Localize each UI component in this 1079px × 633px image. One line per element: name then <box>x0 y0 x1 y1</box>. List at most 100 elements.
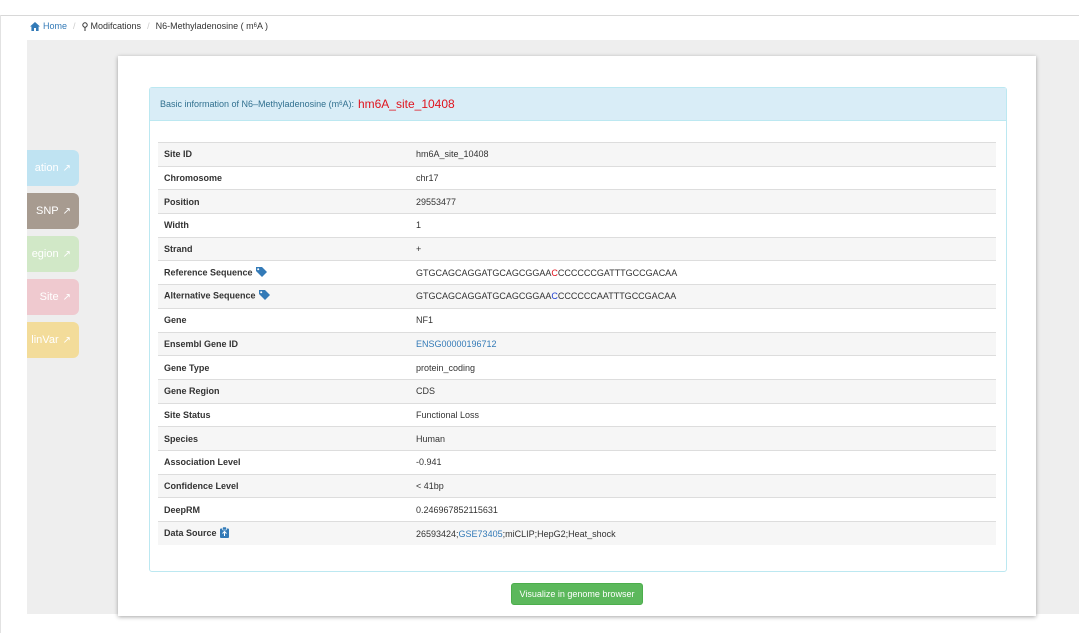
breadcrumb-separator: / <box>147 21 150 31</box>
table-row: Alternative Sequence GTGCAGCAGGATGCAGCGG… <box>158 284 996 309</box>
clipboard-icon[interactable] <box>219 526 229 540</box>
table-row: Gene NF1 <box>158 308 996 332</box>
sequence-before: GTGCAGCAGGATGCAGCGGAA <box>416 291 552 302</box>
table-row: DeepRM 0.246967852115631 <box>158 497 996 522</box>
side-tab-snp[interactable]: SNP ↗ <box>27 193 79 229</box>
row-value: -0.941 <box>416 457 442 468</box>
row-label: Chromosome <box>164 173 223 184</box>
table-row: Site ID hm6A_site_10408 <box>158 142 996 167</box>
pin-icon: ↗ <box>62 162 71 174</box>
row-value: CDS <box>416 386 436 397</box>
row-label: Gene Region <box>164 386 220 397</box>
table-row: Width 1 <box>158 213 996 238</box>
side-tab-label: SNP <box>35 205 59 217</box>
panel-heading-prefix: Basic information of N6–Methyladenosine … <box>160 99 340 109</box>
alternative-sequence-label: Alternative Sequence <box>164 290 256 301</box>
tag-icon[interactable] <box>255 266 267 279</box>
data-source-label: Data Source <box>164 527 217 538</box>
row-value: Functional Loss <box>416 409 480 420</box>
row-value: 29553477 <box>416 196 457 207</box>
ensembl-gene-link[interactable]: ENSG00000196712 <box>416 339 497 349</box>
row-label: Ensembl Gene ID <box>164 338 239 349</box>
left-divider <box>0 15 1 633</box>
sequence-before: GTGCAGCAGGATGCAGCGGAA <box>416 267 552 278</box>
reference-sequence-label: Reference Sequence <box>164 267 253 278</box>
breadcrumb-current: N6-Methyladenosine ( m6A ) <box>155 21 268 31</box>
pin-icon: ↗ <box>62 334 71 346</box>
breadcrumb-separator: / <box>73 21 76 31</box>
row-value: protein_coding <box>416 362 476 373</box>
pin-icon: ↗ <box>62 291 71 303</box>
table-row: Reference Sequence GTGCAGCAGGATGCAGCGGAA… <box>158 260 996 285</box>
breadcrumb-home-label: Home <box>43 21 68 31</box>
table-row: Strand + <box>158 237 996 261</box>
data-source-value: 26593424;GSE73405;miCLIP;HepG2;Heat_shoc… <box>410 522 996 546</box>
row-value: < 41bp <box>416 480 444 491</box>
gse-link[interactable]: GSE73405 <box>459 529 503 539</box>
panel-heading-suffix: A): <box>342 99 354 109</box>
row-label: Data Source <box>158 522 410 546</box>
row-label: Association Level <box>164 457 241 468</box>
table-row: Site Status Functional Loss <box>158 403 996 427</box>
breadcrumb-current-prefix: N6-Methyladenosine ( m <box>155 21 254 31</box>
breadcrumb-modifications-label: Modifcations <box>90 21 142 31</box>
table-row: Association Level -0.941 <box>158 450 996 474</box>
row-label: DeepRM <box>164 504 201 515</box>
pin-icon: ↗ <box>62 248 71 260</box>
table-row: Ensembl Gene ID ENSG00000196712 <box>158 332 996 356</box>
row-label: Width <box>164 220 189 231</box>
table-row: Species Human <box>158 426 996 451</box>
row-value: NF1 <box>416 315 434 326</box>
table-row: Position 29553477 <box>158 189 996 214</box>
row-label: Gene <box>164 315 187 326</box>
table-row: Chromosome chr17 <box>158 166 996 190</box>
sequence-after: CCCCCCGATTTGCCGACAA <box>557 267 678 278</box>
row-label: Strand <box>164 244 193 255</box>
side-tab-label: Site <box>39 291 59 303</box>
site-name-title: hm6A_site_10408 <box>357 97 455 111</box>
reference-sequence-value: GTGCAGCAGGATGCAGCGGAACCCCCCCGATTTGCCGACA… <box>410 261 996 285</box>
row-value: + <box>416 244 422 255</box>
data-source-rest: ;miCLIP;HepG2;Heat_shock <box>502 528 616 539</box>
panel-heading: Basic information of N6–Methyladenosine … <box>150 88 1006 121</box>
home-icon <box>30 21 40 31</box>
tag-icon[interactable] <box>258 290 270 302</box>
visualize-genome-browser-button[interactable]: Visualize in genome browser <box>511 583 643 605</box>
row-value: chr17 <box>416 173 439 184</box>
breadcrumb: Home / Modifcations / N6-Methyladenosine… <box>30 21 268 31</box>
row-value: hm6A_site_10408 <box>416 149 489 160</box>
side-tab-label: linVar <box>31 334 59 346</box>
row-label: Position <box>164 196 200 207</box>
data-source-pmid: 26593424; <box>416 528 459 539</box>
side-tab-region[interactable]: egion ↗ <box>27 236 79 272</box>
row-label: Site Status <box>164 409 211 420</box>
side-tab-site[interactable]: Site ↗ <box>27 279 79 315</box>
side-tab-label: egion <box>31 248 59 260</box>
row-label: Site ID <box>164 149 193 160</box>
table-row: Gene Region CDS <box>158 379 996 404</box>
breadcrumb-current-suffix: A ) <box>256 21 268 31</box>
alternative-sequence-value: GTGCAGCAGGATGCAGCGGAACCCCCCCAATTTGCCGACA… <box>410 285 996 309</box>
table-row: Data Source 26593424;GSE73405;miCLIP;Hep… <box>158 521 996 546</box>
row-value: 1 <box>416 220 422 231</box>
table-row: Confidence Level < 41bp <box>158 474 996 498</box>
site-info-table: Site ID hm6A_site_10408 Chromosome chr17 P… <box>158 142 996 546</box>
row-label: Alternative Sequence <box>158 285 410 309</box>
row-value: 0.246967852115631 <box>416 504 498 515</box>
table-row: Gene Type protein_coding <box>158 355 996 380</box>
row-label: Reference Sequence <box>158 261 410 285</box>
row-label: Confidence Level <box>164 480 239 491</box>
top-divider <box>0 15 1079 16</box>
basic-info-panel: Basic information of N6–Methyladenosine … <box>149 87 1007 572</box>
breadcrumb-modifications[interactable]: Modifcations <box>81 21 142 31</box>
breadcrumb-home[interactable]: Home <box>30 21 67 31</box>
map-marker-icon <box>81 21 88 31</box>
pin-icon: ↗ <box>62 205 71 217</box>
row-label: Species <box>164 433 199 444</box>
side-tab-label: ation <box>34 162 59 174</box>
row-value: Human <box>416 433 446 444</box>
row-label: Gene Type <box>164 362 210 373</box>
sequence-after: CCCCCCAATTTGCCGACAA <box>557 291 677 302</box>
side-tab-annotation[interactable]: ation ↗ <box>27 150 79 186</box>
side-tab-clinvar[interactable]: linVar ↗ <box>27 322 79 358</box>
